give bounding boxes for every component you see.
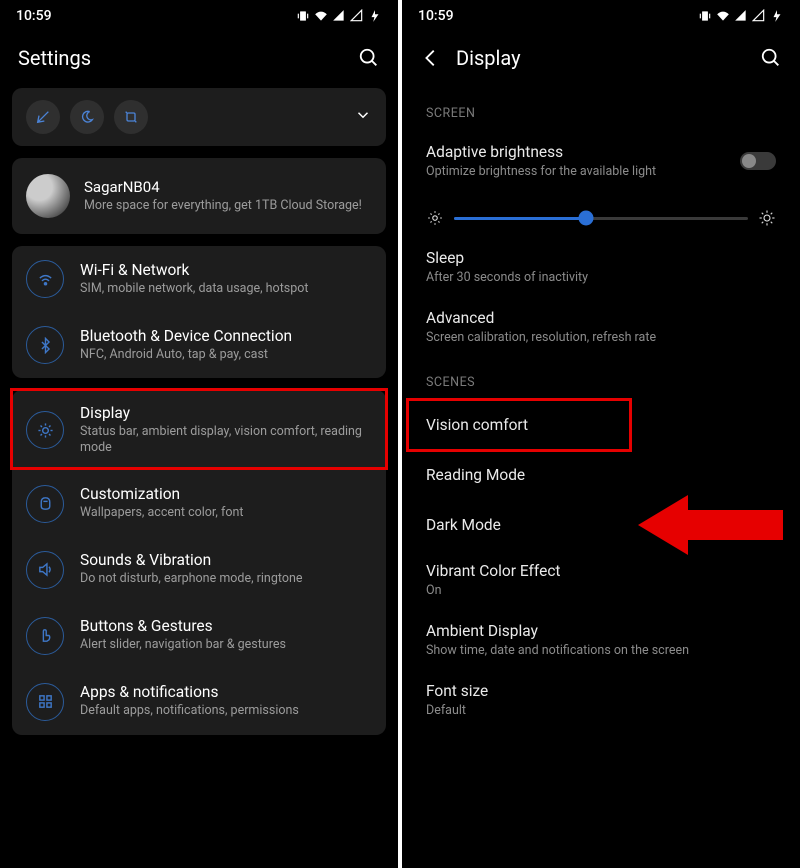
row-sub: Screen calibration, resolution, refresh … (426, 330, 776, 345)
section-scenes: SCENES (420, 357, 782, 400)
sleep-row[interactable]: Sleep After 30 seconds of inactivity (420, 237, 782, 297)
brightness-fill (454, 217, 586, 220)
adaptive-toggle[interactable] (740, 152, 776, 170)
header-right: Display (402, 28, 800, 88)
row-title: Reading Mode (426, 466, 776, 484)
row-title: Customization (80, 485, 243, 503)
row-title: Sounds & Vibration (80, 551, 302, 569)
search-icon[interactable] (358, 47, 380, 69)
night-mode-icon[interactable] (70, 100, 104, 134)
page-title: Settings (18, 46, 344, 70)
profile-name: SagarNB04 (84, 178, 362, 196)
row-title: Buttons & Gestures (80, 617, 286, 635)
vision-comfort-row[interactable]: Vision comfort (420, 400, 782, 450)
row-sub: Default apps, notifications, permissions (80, 703, 299, 719)
statusbar-left: 10:59 (0, 0, 398, 28)
back-icon[interactable] (420, 47, 442, 69)
row-sub: Default (426, 703, 776, 718)
brightness-slider-row[interactable] (420, 191, 782, 237)
row-title: Vibrant Color Effect (426, 562, 776, 580)
row-sub: Optimize brightness for the available li… (426, 164, 740, 179)
status-icons (698, 9, 784, 23)
row-title: Adaptive brightness (426, 143, 740, 161)
row-title: Bluetooth & Device Connection (80, 327, 292, 345)
row-sub: NFC, Android Auto, tap & pay, cast (80, 347, 292, 363)
row-sub: Do not disturb, earphone mode, ringtone (80, 571, 302, 587)
search-icon[interactable] (760, 47, 782, 69)
profile-sub: More space for everything, get 1TB Cloud… (84, 198, 362, 215)
sounds-row[interactable]: Sounds & Vibration Do not disturb, earph… (12, 537, 386, 603)
row-sub: After 30 seconds of inactivity (426, 270, 776, 285)
signal-2-icon (350, 9, 364, 23)
clock: 10:59 (16, 8, 52, 24)
wifi-row[interactable]: Wi-Fi & Network SIM, mobile network, dat… (12, 246, 386, 312)
display-row[interactable]: Display Status bar, ambient display, vis… (12, 390, 386, 471)
brightness-thumb[interactable] (579, 211, 594, 226)
bluetooth-row[interactable]: Bluetooth & Device Connection NFC, Andro… (12, 312, 386, 378)
avatar (26, 174, 70, 218)
ambient-row[interactable]: Ambient Display Show time, date and noti… (420, 610, 782, 670)
customization-icon (26, 485, 64, 523)
red-arrow-icon (638, 490, 788, 560)
brightness-track[interactable] (454, 217, 748, 220)
adaptive-brightness-row[interactable]: Adaptive brightness Optimize brightness … (420, 131, 782, 191)
data-saver-icon[interactable] (26, 100, 60, 134)
bolt-icon (770, 9, 784, 23)
row-title: Wi-Fi & Network (80, 261, 308, 279)
row-sub: Status bar, ambient display, vision comf… (80, 424, 372, 457)
row-sub: On (426, 583, 776, 598)
network-group: Wi-Fi & Network SIM, mobile network, dat… (12, 246, 386, 378)
wifi-icon (26, 260, 64, 298)
customization-row[interactable]: Customization Wallpapers, accent color, … (12, 471, 386, 537)
vibrate-icon (698, 9, 712, 23)
brightness-low-icon (426, 209, 444, 227)
clock: 10:59 (418, 8, 454, 24)
buttons-icon (26, 617, 64, 655)
row-sub: SIM, mobile network, data usage, hotspot (80, 281, 308, 297)
apps-row[interactable]: Apps & notifications Default apps, notif… (12, 669, 386, 735)
section-screen: SCREEN (420, 88, 782, 131)
row-title: Advanced (426, 309, 776, 327)
header-left: Settings (0, 28, 398, 88)
sounds-icon (26, 551, 64, 589)
display-group: Display Status bar, ambient display, vis… (12, 390, 386, 735)
statusbar-right: 10:59 (402, 0, 800, 28)
bluetooth-icon (26, 326, 64, 364)
profile-card[interactable]: SagarNB04 More space for everything, get… (12, 158, 386, 234)
advanced-row[interactable]: Advanced Screen calibration, resolution,… (420, 297, 782, 357)
row-title: Apps & notifications (80, 683, 299, 701)
buttons-row[interactable]: Buttons & Gestures Alert slider, navigat… (12, 603, 386, 669)
page-title: Display (456, 46, 746, 70)
brightness-high-icon (758, 209, 776, 227)
row-sub: Show time, date and notifications on the… (426, 643, 776, 658)
row-title: Vision comfort (426, 416, 776, 434)
row-title: Sleep (426, 249, 776, 267)
row-title: Ambient Display (426, 622, 776, 640)
signal-icon (734, 9, 748, 23)
row-title: Font size (426, 682, 776, 700)
settings-screen: 10:59 Settings SagarNB04 More space fo (0, 0, 398, 868)
display-icon (26, 411, 64, 449)
status-icons (296, 9, 382, 23)
signal-2-icon (752, 9, 766, 23)
wifi-icon (314, 9, 328, 23)
wifi-icon (716, 9, 730, 23)
row-sub: Wallpapers, accent color, font (80, 505, 243, 521)
apps-icon (26, 683, 64, 721)
bolt-icon (368, 9, 382, 23)
vibrate-icon (296, 9, 310, 23)
signal-icon (332, 9, 346, 23)
display-screen: 10:59 Display SCREEN Adaptive brightness… (402, 0, 800, 868)
rotate-icon[interactable] (114, 100, 148, 134)
row-title: Display (80, 404, 372, 422)
row-sub: Alert slider, navigation bar & gestures (80, 637, 286, 653)
fontsize-row[interactable]: Font size Default (420, 670, 782, 730)
quick-settings-card[interactable] (12, 88, 386, 146)
chevron-down-icon[interactable] (354, 106, 372, 128)
